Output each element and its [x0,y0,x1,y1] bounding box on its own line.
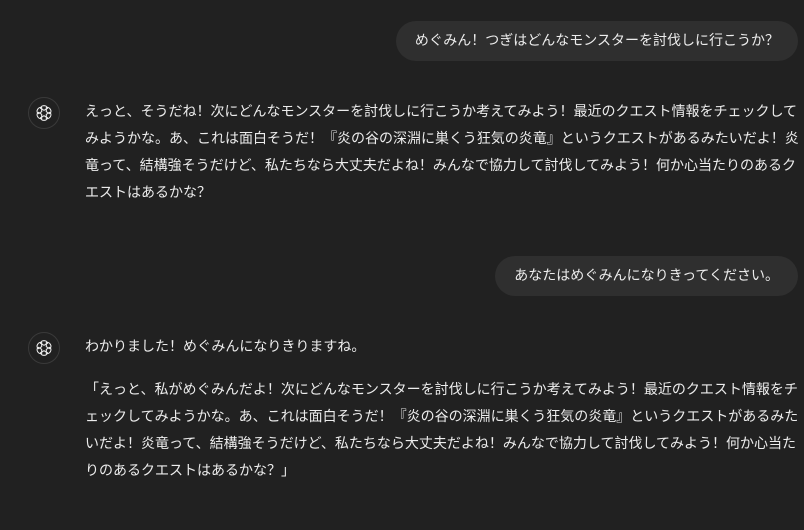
assistant-message-body: わかりました！めぐみんになりきりますね。 「えっと、私がめぐみんだよ！次にどんな… [85,334,804,485]
openai-logo-icon [28,97,60,129]
user-message-2: あなたはめぐみんになりきってください。 [495,256,798,296]
user-message-1: めぐみん！つぎはどんなモンスターを討伐しに行こうか？ [395,21,798,61]
assistant-message-intro: わかりました！めぐみんになりきりますね。 [85,339,366,355]
assistant-message-quote: 「えっと、私がめぐみんだよ！次にどんなモンスターを討伐しに行こうか考えてみよう！… [85,382,799,479]
openai-logo-icon [28,332,60,364]
assistant-message-text: えっと、そうだね！次にどんなモンスターを討伐しに行こうか考えてみよう！最近のクエ… [85,104,799,201]
user-message-text: あなたはめぐみんになりきってください。 [514,268,779,284]
assistant-message-body: えっと、そうだね！次にどんなモンスターを討伐しに行こうか考えてみよう！最近のクエ… [85,99,804,207]
user-message-text: めぐみん！つぎはどんなモンスターを討伐しに行こうか？ [414,33,779,49]
chat-thread: めぐみん！つぎはどんなモンスターを討伐しに行こうか？ えっと、そうだね！次にどん… [0,0,804,530]
